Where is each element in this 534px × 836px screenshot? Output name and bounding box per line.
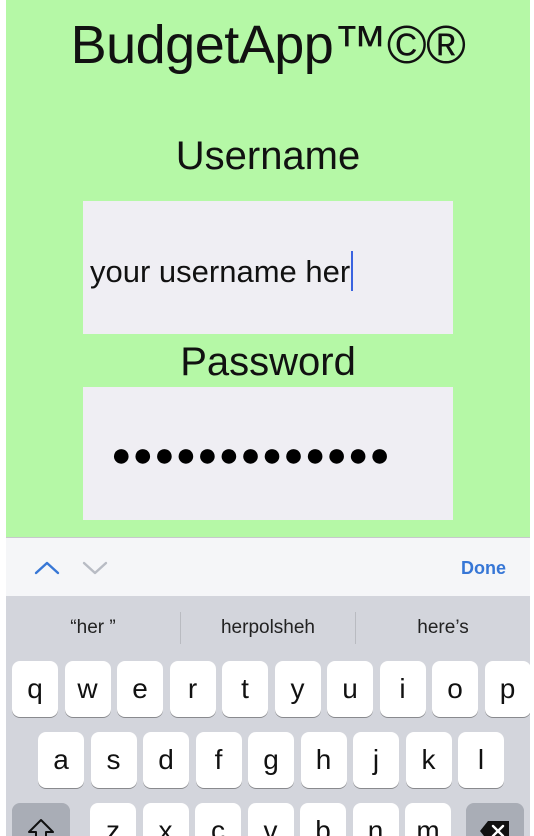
username-value-wrap: your username her <box>90 251 354 291</box>
key-x[interactable]: x <box>142 803 189 836</box>
key-m[interactable]: m <box>405 803 451 836</box>
username-label: Username <box>175 134 361 178</box>
key-g[interactable]: g <box>248 732 294 788</box>
done-button[interactable]: Done <box>461 558 506 579</box>
key-v[interactable]: v <box>247 803 294 836</box>
delete-key[interactable] <box>466 803 524 836</box>
suggestion-1[interactable]: “her ” <box>6 617 180 639</box>
username-field[interactable]: your username her <box>83 201 453 334</box>
chevron-up-icon[interactable] <box>32 558 62 578</box>
key-u[interactable]: u <box>327 661 373 717</box>
key-j[interactable]: j <box>353 732 399 788</box>
key-f[interactable]: f <box>195 732 242 788</box>
chevron-down-icon[interactable] <box>80 558 110 578</box>
suggestion-3[interactable]: here’s <box>356 617 530 639</box>
key-i[interactable]: i <box>379 661 426 717</box>
delete-icon <box>480 821 509 836</box>
keyboard-toolbar: Done <box>6 537 530 596</box>
login-screen: BudgetApp™©® Username your username her … <box>6 0 530 836</box>
password-label: Password <box>180 340 356 384</box>
key-p[interactable]: p <box>484 661 530 717</box>
key-y[interactable]: y <box>274 661 321 717</box>
shift-icon <box>28 819 54 836</box>
key-z[interactable]: z <box>90 803 136 836</box>
key-q[interactable]: q <box>12 661 58 717</box>
key-n[interactable]: n <box>352 803 399 836</box>
suggestion-2[interactable]: herpolsheh <box>181 617 355 639</box>
password-mask: ●●●●●●●●●●●●● <box>111 439 391 471</box>
shift-key[interactable] <box>12 803 70 836</box>
key-c[interactable]: c <box>195 803 241 836</box>
text-caret <box>351 251 354 291</box>
key-b[interactable]: b <box>300 803 346 836</box>
keyboard: Done “her ” herpolsheh here’s qwertyuiop… <box>6 537 530 836</box>
key-r[interactable]: r <box>169 661 216 717</box>
username-value: your username her <box>90 254 351 289</box>
key-a[interactable]: a <box>38 732 84 788</box>
password-field[interactable]: ●●●●●●●●●●●●● <box>83 387 453 520</box>
key-e[interactable]: e <box>117 661 163 717</box>
key-h[interactable]: h <box>300 732 347 788</box>
key-t[interactable]: t <box>222 661 268 717</box>
key-s[interactable]: s <box>90 732 137 788</box>
key-d[interactable]: d <box>143 732 189 788</box>
key-k[interactable]: k <box>405 732 452 788</box>
key-l[interactable]: l <box>458 732 504 788</box>
key-o[interactable]: o <box>432 661 478 717</box>
app-title: BudgetApp™©® <box>70 15 466 75</box>
suggestion-bar: “her ” herpolsheh here’s <box>6 595 530 659</box>
key-w[interactable]: w <box>64 661 111 717</box>
